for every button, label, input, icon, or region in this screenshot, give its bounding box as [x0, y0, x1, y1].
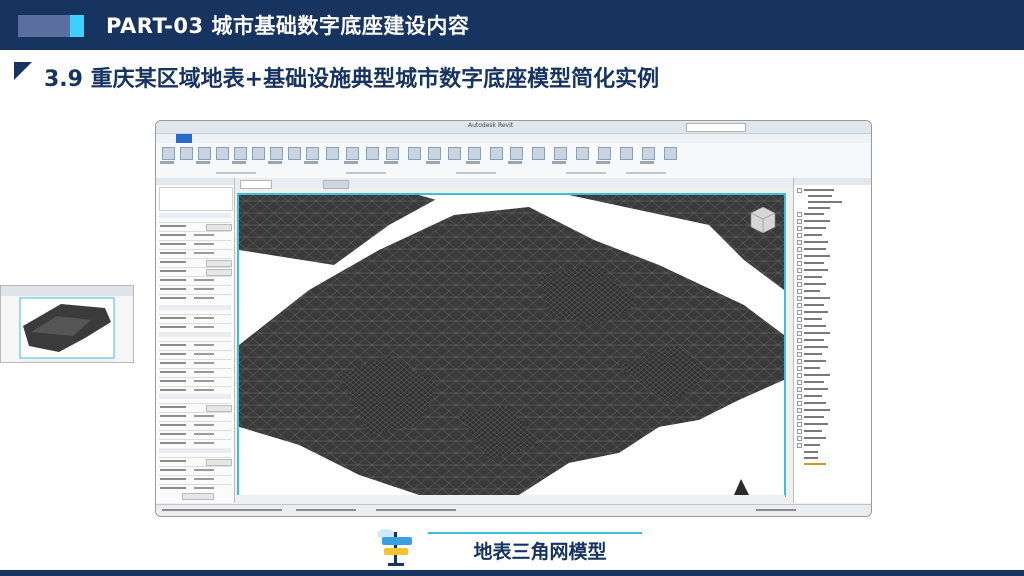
model-line-icon[interactable]: [428, 147, 441, 160]
section-subtitle: 3.9 重庆某区域地表+基础设施典型城市数字底座模型简化实例: [44, 67, 660, 92]
project-browser-panel[interactable]: [793, 178, 871, 503]
apply-button[interactable]: [182, 493, 214, 500]
file-tab[interactable]: [176, 134, 192, 143]
ref-plane-icon[interactable]: [642, 147, 655, 160]
page-title: PART-03 城市基础数字底座建设内容: [106, 14, 470, 38]
ribbon-toolbar[interactable]: [156, 143, 871, 179]
model-group-icon[interactable]: [448, 147, 461, 160]
opening-tool-icon[interactable]: [532, 147, 545, 160]
status-bar: [156, 504, 871, 516]
footer-bar: [0, 570, 1024, 576]
search-input[interactable]: [686, 123, 746, 132]
edit-type-button[interactable]: [206, 224, 232, 231]
modify-tool-icon[interactable]: [162, 147, 175, 160]
floor-tool-icon[interactable]: [306, 147, 319, 160]
level-tool-icon[interactable]: [576, 147, 589, 160]
window-titlebar: Autodesk Revit: [156, 121, 871, 134]
railing-tool-icon[interactable]: [346, 147, 359, 160]
properties-panel[interactable]: [156, 178, 235, 503]
model-text-icon[interactable]: [408, 147, 421, 160]
revit-screenshot: Autodesk Revit: [155, 120, 872, 517]
view-tab-secondary[interactable]: [323, 180, 349, 189]
view-control-bar[interactable]: [237, 495, 785, 503]
properties-header: [156, 178, 234, 185]
tag-tool-icon[interactable]: [510, 147, 523, 160]
ramp-tool-icon[interactable]: [366, 147, 379, 160]
thumbnail-image: [1, 286, 133, 362]
grid-tool-icon[interactable]: [598, 147, 611, 160]
3d-viewport[interactable]: [237, 193, 786, 497]
terrain-mesh-view: [239, 195, 784, 495]
subtitle-triangle-icon: [14, 62, 32, 80]
view-cube-icon[interactable]: [750, 206, 776, 234]
ribbon-tabs[interactable]: [156, 134, 871, 143]
window-caption: Autodesk Revit: [468, 122, 514, 129]
roof-tool-icon[interactable]: [270, 147, 283, 160]
view-tabs[interactable]: [235, 178, 793, 189]
curtain-tool-icon[interactable]: [326, 147, 339, 160]
window-tool-icon[interactable]: [216, 147, 229, 160]
header-decoration-block: [18, 15, 70, 37]
type-selector[interactable]: [159, 187, 233, 211]
shaft-tool-icon[interactable]: [554, 147, 567, 160]
header-decoration-accent: [70, 15, 84, 37]
column-tool-icon[interactable]: [252, 147, 265, 160]
signpost-icon: [377, 529, 412, 566]
area-tool-icon[interactable]: [490, 147, 503, 160]
room-tool-icon[interactable]: [468, 147, 481, 160]
caption-underline: [428, 532, 642, 534]
viewer-tool-icon[interactable]: [664, 147, 677, 160]
header-bar: PART-03 城市基础数字底座建设内容: [0, 0, 1024, 50]
ceiling-tool-icon[interactable]: [288, 147, 301, 160]
wall-tool-icon[interactable]: [180, 147, 193, 160]
slide-thumbnail[interactable]: [0, 285, 134, 363]
figure-caption: 地表三角网模型: [473, 541, 607, 563]
set-plane-icon[interactable]: [620, 147, 633, 160]
view-tab-3d[interactable]: [240, 180, 272, 189]
component-tool-icon[interactable]: [234, 147, 247, 160]
stair-tool-icon[interactable]: [386, 147, 399, 160]
project-browser-header: [794, 178, 871, 185]
door-tool-icon[interactable]: [198, 147, 211, 160]
